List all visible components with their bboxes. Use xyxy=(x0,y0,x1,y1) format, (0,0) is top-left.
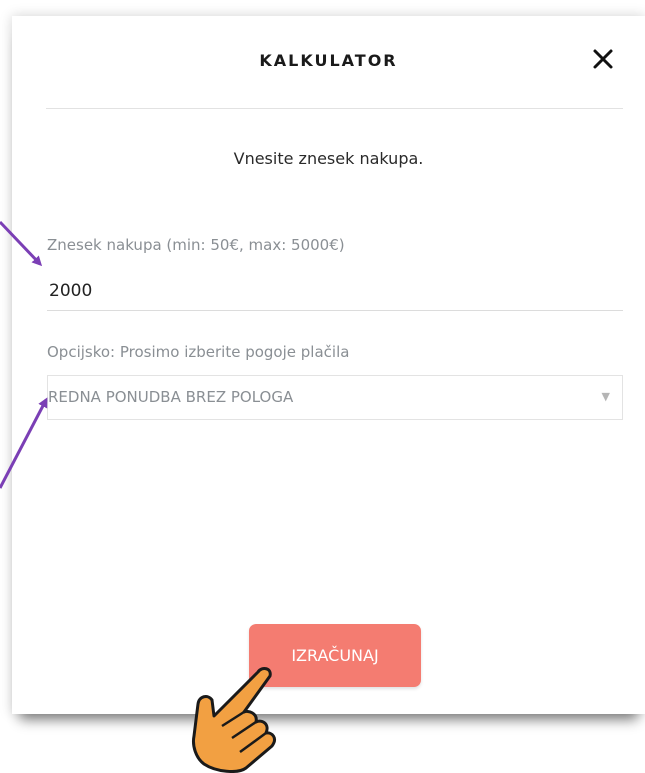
modal-header: KALKULATOR xyxy=(12,16,645,108)
header-divider xyxy=(46,108,623,109)
amount-input[interactable] xyxy=(47,271,623,311)
modal-title: KALKULATOR xyxy=(259,51,398,70)
page: KALKULATOR Vnesite znesek nakupa. Znesek… xyxy=(0,0,645,773)
payment-terms-label: Opcijsko: Prosimo izberite pogoje plačil… xyxy=(47,343,350,361)
amount-label: Znesek nakupa (min: 50€, max: 5000€) xyxy=(47,236,345,254)
payment-terms-selected-value: REDNA PONUDBA BREZ POLOGA xyxy=(48,388,294,406)
dropdown-arrow-icon: ▼ xyxy=(601,390,610,403)
instruction-text: Vnesite znesek nakupa. xyxy=(233,149,424,168)
close-icon[interactable] xyxy=(591,47,615,71)
payment-terms-select[interactable]: REDNA PONUDBA BREZ POLOGA ▼ xyxy=(47,375,623,420)
calculator-modal: KALKULATOR Vnesite znesek nakupa. Znesek… xyxy=(12,16,645,714)
calculate-button[interactable]: IZRAČUNAJ xyxy=(249,624,421,687)
